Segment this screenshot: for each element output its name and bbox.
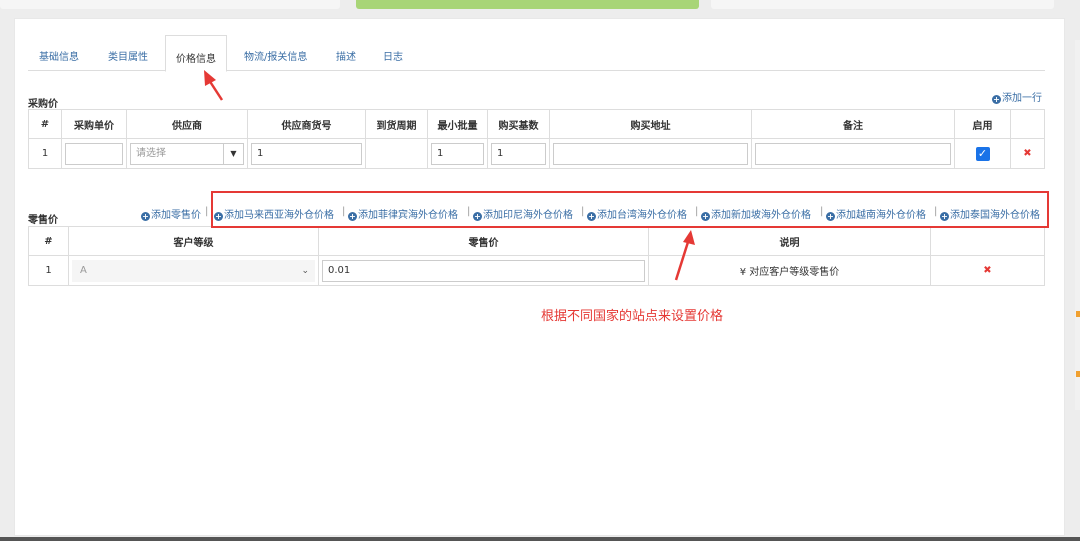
plus-circle-icon: + [141,212,150,221]
right-scroll-edge [1075,40,1080,410]
customer-level-select[interactable]: A ⌄ [72,259,315,282]
retail-note: ¥ 对应客户等级零售价 [648,255,931,286]
retail-price-input[interactable]: 0.01 [322,259,645,282]
col-index: # [28,109,62,139]
col-supplier-sku: 供应商货号 [247,109,366,139]
table-row: 1 请选择 ▼ 1 1 1 ✓ ✖ [28,138,1045,169]
unit-price-input[interactable] [65,142,123,165]
tab-description[interactable]: 描述 [336,48,356,68]
tab-log[interactable]: 日志 [383,48,403,68]
top-tab-active[interactable] [356,0,699,9]
purchase-price-table: # 采购单价 供应商 供应商货号 到货周期 最小批量 购买基数 购买地址 备注 … [28,109,1045,169]
tab-price-info[interactable]: 价格信息 [165,35,227,72]
col-remark: 备注 [751,109,955,139]
link-separator: | [205,206,209,217]
min-qty-input[interactable]: 1 [431,142,484,165]
col-description: 说明 [648,226,931,256]
purchase-url-input[interactable] [553,142,748,165]
top-tab-left[interactable] [0,0,340,9]
table-row: 1 A ⌄ 0.01 ¥ 对应客户等级零售价 ✖ [28,255,1045,286]
plus-circle-icon: + [992,95,1001,104]
customer-level-value: A [80,264,87,276]
row-index: 1 [28,255,69,286]
lead-time-cell [365,138,428,169]
supplier-placeholder: 请选择 [136,147,166,159]
col-index: # [28,226,69,256]
supplier-sku-input[interactable]: 1 [251,142,362,165]
col-purchase-url: 购买地址 [549,109,752,139]
retail-price-table: # 客户等级 零售价 说明 1 A ⌄ 0.01 ¥ 对应客户等级零售价 ✖ [28,226,1045,286]
right-marker [1076,311,1080,317]
enabled-checkbox[interactable]: ✓ [975,146,990,161]
bottom-bar [0,537,1080,541]
top-tab-right[interactable] [711,0,1054,9]
tab-category-attributes[interactable]: 类目属性 [108,48,148,68]
purchase-price-title: 采购价 [28,99,58,110]
col-retail-price: 零售价 [318,226,649,256]
add-row-label: 添加一行 [1002,93,1042,104]
tab-logistics-customs[interactable]: 物流/报关信息 [244,48,307,68]
col-customer-level: 客户等级 [68,226,319,256]
delete-row-icon[interactable]: ✖ [983,265,991,276]
col-actions [930,226,1045,256]
col-min-qty: 最小批量 [427,109,488,139]
caret-down-icon[interactable]: ▼ [223,143,243,164]
chevron-down-icon: ⌄ [301,265,309,276]
row-index: 1 [28,138,62,169]
add-retail-price-link[interactable]: + 添加零售价 [141,206,201,221]
purchase-header-row: # 采购单价 供应商 供应商货号 到货周期 最小批量 购买基数 购买地址 备注 … [28,109,1045,139]
retail-header-row: # 客户等级 零售价 说明 [28,226,1045,256]
tab-basic-info[interactable]: 基础信息 [39,48,79,68]
base-qty-input[interactable]: 1 [491,142,546,165]
retail-price-title: 零售价 [28,215,58,226]
add-retail-price-label: 添加零售价 [151,210,201,221]
remark-input[interactable] [755,142,951,165]
supplier-select[interactable]: 请选择 ▼ [130,142,244,165]
delete-row-icon[interactable]: ✖ [1023,148,1031,159]
col-actions [1010,109,1045,139]
col-enabled: 启用 [954,109,1011,139]
col-supplier: 供应商 [126,109,248,139]
highlight-box [211,191,1049,228]
add-row-button[interactable]: + 添加一行 [992,89,1042,104]
col-base-qty: 购买基数 [487,109,550,139]
tab-bar: 基础信息 类目属性 价格信息 物流/报关信息 描述 日志 [28,35,1045,72]
annotation-text: 根据不同国家的站点来设置价格 [541,309,724,324]
col-lead-time: 到货周期 [365,109,428,139]
col-unit-price: 采购单价 [61,109,127,139]
right-marker [1076,371,1080,377]
